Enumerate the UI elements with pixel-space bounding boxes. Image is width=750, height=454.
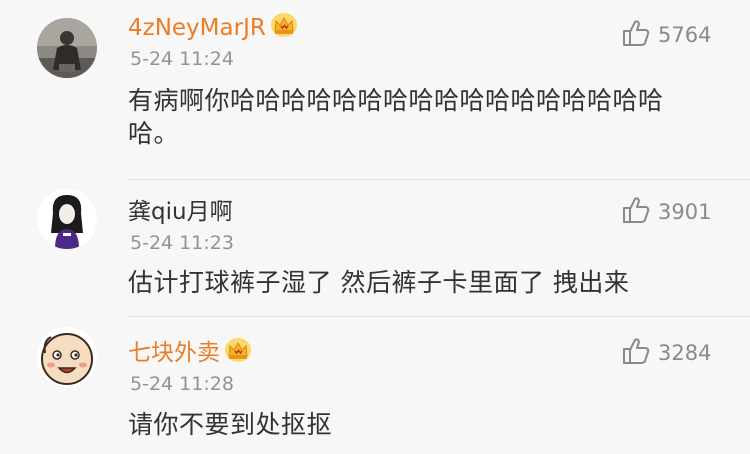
- like-count: 3901: [658, 200, 712, 224]
- crown-icon: [224, 337, 252, 370]
- avatar[interactable]: [37, 189, 97, 249]
- thumbs-up-icon[interactable]: [621, 19, 651, 51]
- avatar[interactable]: [37, 327, 97, 387]
- comment-list: 4zNeyMarJR 5-24 11:24 5764 有病啊你哈哈哈哈哈哈哈哈哈…: [0, 0, 750, 454]
- username-text[interactable]: 七块外卖: [128, 340, 220, 366]
- username-text[interactable]: 龚qiu月啊: [128, 199, 233, 225]
- like-count: 5764: [658, 23, 712, 47]
- comment-item: 4zNeyMarJR 5-24 11:24 5764 有病啊你哈哈哈哈哈哈哈哈哈…: [0, 0, 750, 180]
- comment-time: 5-24 11:28: [130, 373, 234, 395]
- like-button[interactable]: 3284: [621, 338, 711, 368]
- comment-item: 龚qiu月啊 5-24 11:23 3901 估计打球裤子湿了 然后裤子卡里面了…: [0, 180, 750, 317]
- crown-icon: [270, 12, 298, 45]
- username[interactable]: 七块外卖: [128, 337, 252, 370]
- username[interactable]: 4zNeyMarJR: [128, 12, 298, 45]
- like-count: 3284: [658, 341, 712, 365]
- comment-text: 有病啊你哈哈哈哈哈哈哈哈哈哈哈哈哈哈哈哈哈哈。: [128, 86, 664, 148]
- username[interactable]: 龚qiu月啊: [128, 198, 233, 226]
- comment-time: 5-24 11:24: [130, 48, 234, 70]
- thumbs-up-icon[interactable]: [621, 337, 651, 369]
- username-text[interactable]: 4zNeyMarJR: [128, 15, 266, 41]
- comment-text: 请你不要到处抠抠: [128, 410, 333, 439]
- avatar[interactable]: [37, 18, 97, 78]
- like-button[interactable]: 5764: [621, 20, 711, 50]
- like-button[interactable]: 3901: [621, 197, 711, 227]
- thumbs-up-icon[interactable]: [621, 196, 651, 228]
- comment-item: 七块外卖 5-24 11:28 3284 请你不要到处抠抠: [0, 317, 750, 454]
- comment-text: 估计打球裤子湿了 然后裤子卡里面了 拽出来: [128, 268, 630, 297]
- comment-time: 5-24 11:23: [130, 232, 234, 254]
